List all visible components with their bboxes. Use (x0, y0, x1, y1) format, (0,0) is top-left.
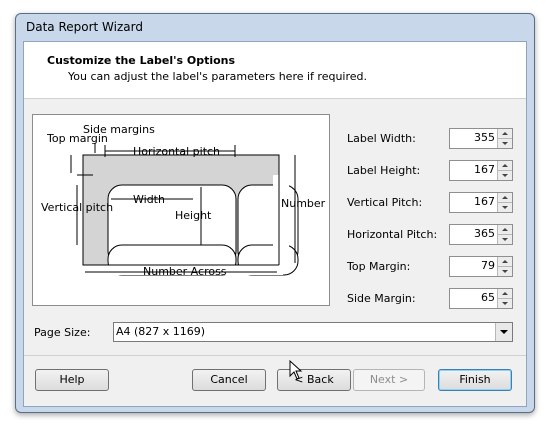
page-title: Customize the Label's Options (47, 54, 236, 67)
number-across-text: Number Across (143, 265, 227, 278)
horizontal-pitch-text: Horizontal pitch (133, 145, 220, 158)
vertical-pitch-spinner[interactable]: 167 (449, 192, 513, 213)
cancel-button[interactable]: Cancel (192, 369, 266, 391)
title-bar[interactable]: Data Report Wizard (16, 14, 534, 40)
wizard-header: Customize the Label's Options You can ad… (24, 42, 526, 99)
vertical-pitch-label: Vertical Pitch: (347, 196, 423, 209)
spin-down-icon[interactable] (498, 203, 512, 212)
wizard-window: Data Report Wizard Customize the Label's… (15, 13, 535, 413)
top-margin-spinner[interactable]: 79 (449, 256, 513, 277)
button-separator (24, 355, 526, 356)
height-text: Height (175, 209, 212, 222)
spin-down-icon[interactable] (498, 267, 512, 276)
label-height-spinner[interactable]: 167 (449, 160, 513, 181)
page-subtitle: You can adjust the label's parameters he… (68, 70, 368, 83)
next-button[interactable]: Next > (353, 369, 425, 391)
label-layout-diagram: Top margin Side margins Horizontal pitch… (32, 114, 330, 306)
vertical-pitch-value[interactable]: 167 (474, 195, 495, 208)
number-down-text: Number Down (281, 197, 329, 210)
mouse-pointer-icon (289, 360, 303, 380)
spin-up-icon[interactable] (498, 257, 512, 267)
label-width-spin-buttons (497, 129, 512, 148)
side-margin-label: Side Margin: (347, 292, 416, 305)
spin-up-icon[interactable] (498, 161, 512, 171)
label-height-spin-buttons (497, 161, 512, 180)
horizontal-pitch-value[interactable]: 365 (474, 227, 495, 240)
window-title: Data Report Wizard (26, 20, 143, 34)
top-margin-value[interactable]: 79 (481, 259, 495, 272)
spin-down-icon[interactable] (498, 235, 512, 244)
horizontal-pitch-spinner[interactable]: 365 (449, 224, 513, 245)
spin-up-icon[interactable] (498, 129, 512, 139)
vertical-pitch-text: Vertical pitch (41, 201, 113, 214)
chevron-down-icon[interactable] (495, 323, 512, 341)
width-text: Width (133, 193, 165, 206)
side-margin-spin-buttons (497, 289, 512, 308)
label-width-spinner[interactable]: 355 (449, 128, 513, 149)
spin-down-icon[interactable] (498, 171, 512, 180)
page-size-label: Page Size: (34, 326, 91, 339)
spin-up-icon[interactable] (498, 289, 512, 299)
top-margin-spin-buttons (497, 257, 512, 276)
spin-down-icon[interactable] (498, 139, 512, 148)
page-size-value: A4 (827 x 1169) (116, 325, 206, 338)
label-height-value[interactable]: 167 (474, 163, 495, 176)
help-button[interactable]: Help (35, 369, 109, 391)
side-margins-text: Side margins (83, 123, 155, 136)
wizard-client-area: Customize the Label's Options You can ad… (23, 41, 527, 407)
spin-up-icon[interactable] (498, 225, 512, 235)
horizontal-pitch-spin-buttons (497, 225, 512, 244)
top-margin-label: Top Margin: (347, 260, 411, 273)
page-size-select[interactable]: A4 (827 x 1169) (113, 322, 513, 342)
vertical-pitch-spin-buttons (497, 193, 512, 212)
spin-up-icon[interactable] (498, 193, 512, 203)
label-width-label: Label Width: (347, 132, 416, 145)
side-margin-spinner[interactable]: 65 (449, 288, 513, 309)
horizontal-pitch-label: Horizontal Pitch: (347, 228, 438, 241)
spin-down-icon[interactable] (498, 299, 512, 308)
side-margin-value[interactable]: 65 (481, 291, 495, 304)
label-height-label: Label Height: (347, 164, 421, 177)
label-width-value[interactable]: 355 (474, 131, 495, 144)
finish-button[interactable]: Finish (438, 369, 512, 391)
